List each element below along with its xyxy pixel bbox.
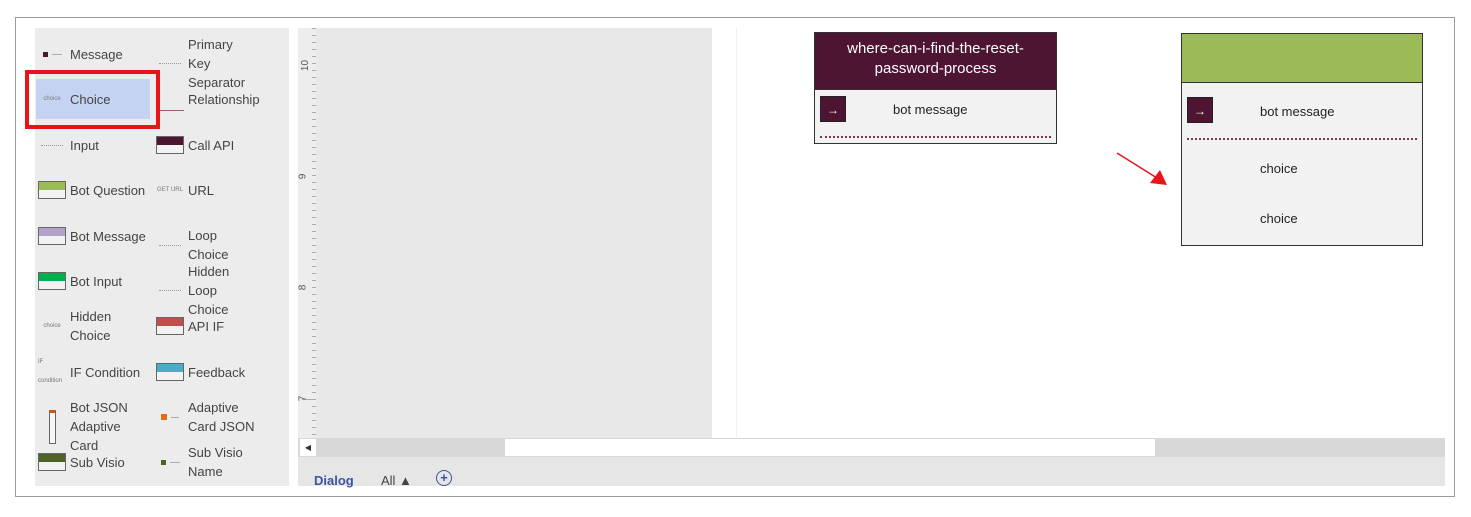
shape-label: API IF	[188, 318, 225, 334]
shape-label: Bot Message	[70, 228, 146, 244]
message-icon	[38, 44, 66, 64]
separator-icon	[156, 54, 184, 74]
shape-bot-message[interactable]: Bot Message	[38, 226, 150, 246]
message-title: where-can-i-find-the-reset-password-proc…	[815, 33, 1056, 90]
tab-dialog[interactable]: Dialog	[314, 473, 354, 488]
red-arrow	[1116, 152, 1167, 185]
choice-row[interactable]: choice	[1260, 161, 1298, 176]
dotted-separator	[820, 136, 1051, 138]
bot-json-icon	[38, 409, 66, 444]
scroll-thumb[interactable]	[505, 439, 1155, 456]
shape-label: Call API	[188, 137, 235, 153]
dotted-separator	[1187, 138, 1417, 140]
shape-relationship[interactable]: Relationship	[156, 89, 260, 111]
if-condition-icon: IF condition	[38, 359, 63, 384]
shape-url[interactable]: GET URL URL	[156, 180, 256, 200]
url-icon: GET URL	[157, 186, 183, 193]
ruler-label: 9	[297, 173, 309, 180]
call-api-icon	[156, 135, 184, 155]
relationship-icon	[156, 89, 184, 111]
page-tabs: Dialog All ▲ +	[298, 457, 1445, 488]
shape-api-if[interactable]: API IF	[156, 316, 256, 336]
shape-call-api[interactable]: Call API	[156, 135, 256, 155]
sub-visio-name-icon	[156, 452, 184, 472]
shape-label: Hidden Loop Choice	[188, 264, 230, 317]
ruler-label: 7	[297, 395, 309, 402]
shape-label: Input	[70, 137, 99, 153]
hidden-choice-icon: choice	[43, 322, 61, 329]
vertical-ruler: 10 9 8 7	[297, 28, 316, 438]
shape-label: Sub Visio	[70, 454, 125, 470]
shape-if-condition[interactable]: IF condition IF Condition	[38, 359, 150, 384]
shape-label: Bot JSON Adaptive Card	[70, 400, 128, 453]
shape-adaptive-card-json[interactable]: Adaptive Card JSON	[156, 398, 256, 436]
bot-message-icon	[38, 226, 66, 246]
shape-input[interactable]: Input	[38, 135, 150, 155]
shape-label: Adaptive Card JSON	[188, 400, 255, 434]
shape-bot-input[interactable]: Bot Input	[38, 271, 150, 291]
bot-question-icon	[38, 180, 66, 200]
page-guide	[736, 28, 737, 438]
api-if-icon	[156, 316, 184, 336]
shape-hidden-choice[interactable]: choice Hidden Choice	[38, 307, 150, 345]
shape-label: Sub Visio Name	[188, 445, 243, 479]
ruler-label: 8	[297, 284, 309, 291]
input-icon	[38, 135, 66, 155]
tab-all[interactable]: All ▲	[381, 473, 412, 488]
shape-label: Hidden Choice	[70, 309, 112, 343]
shape-label: Bot Question	[70, 182, 146, 198]
shape-label: Relationship	[188, 91, 260, 107]
shape-label: Message	[70, 46, 123, 62]
shape-message[interactable]: Message	[38, 44, 150, 64]
shape-label: Bot Input	[70, 273, 123, 289]
shape-bot-json-adaptive-card[interactable]: Bot JSON Adaptive Card	[38, 398, 150, 455]
adaptive-card-json-icon	[156, 407, 184, 427]
hidden-loop-choice-icon	[156, 281, 184, 301]
canvas-offpage	[316, 28, 712, 438]
arrow-right-icon: →	[820, 96, 846, 122]
bot-question-shape[interactable]: → bot message choice choice	[1181, 33, 1423, 246]
shape-feedback[interactable]: Feedback	[156, 362, 256, 382]
shape-label: Loop Choice	[188, 228, 229, 262]
shape-label: Feedback	[188, 364, 246, 380]
shape-hidden-loop-choice[interactable]: Hidden Loop Choice	[156, 262, 256, 319]
shape-sub-visio-name[interactable]: Sub Visio Name	[156, 443, 256, 481]
bot-input-icon	[38, 271, 66, 291]
arrow-right-icon: →	[1187, 97, 1213, 123]
message-shape[interactable]: where-can-i-find-the-reset-password-proc…	[814, 32, 1057, 144]
shape-loop-choice[interactable]: Loop Choice	[156, 226, 256, 264]
ruler-label: 10	[300, 59, 312, 72]
horizontal-scrollbar[interactable]: ◀	[298, 438, 1445, 457]
shape-bot-question[interactable]: Bot Question	[38, 180, 150, 200]
highlight-box	[25, 70, 160, 129]
shape-primary-key-separator[interactable]: Primary Key Separator	[156, 35, 256, 92]
shape-label: Primary Key Separator	[188, 37, 246, 90]
scroll-left-icon[interactable]: ◀	[300, 439, 316, 456]
row-label: bot message	[1260, 104, 1335, 119]
shape-label: IF Condition	[70, 364, 141, 380]
row-label: bot message	[893, 102, 968, 117]
loop-choice-icon	[156, 235, 184, 255]
choice-row[interactable]: choice	[1260, 211, 1298, 226]
shape-label: URL	[188, 182, 215, 198]
add-page-icon[interactable]: +	[436, 470, 452, 486]
sub-visio-icon	[38, 452, 66, 472]
shape-sub-visio[interactable]: Sub Visio	[38, 452, 150, 472]
feedback-icon	[156, 362, 184, 382]
question-header	[1182, 34, 1422, 83]
